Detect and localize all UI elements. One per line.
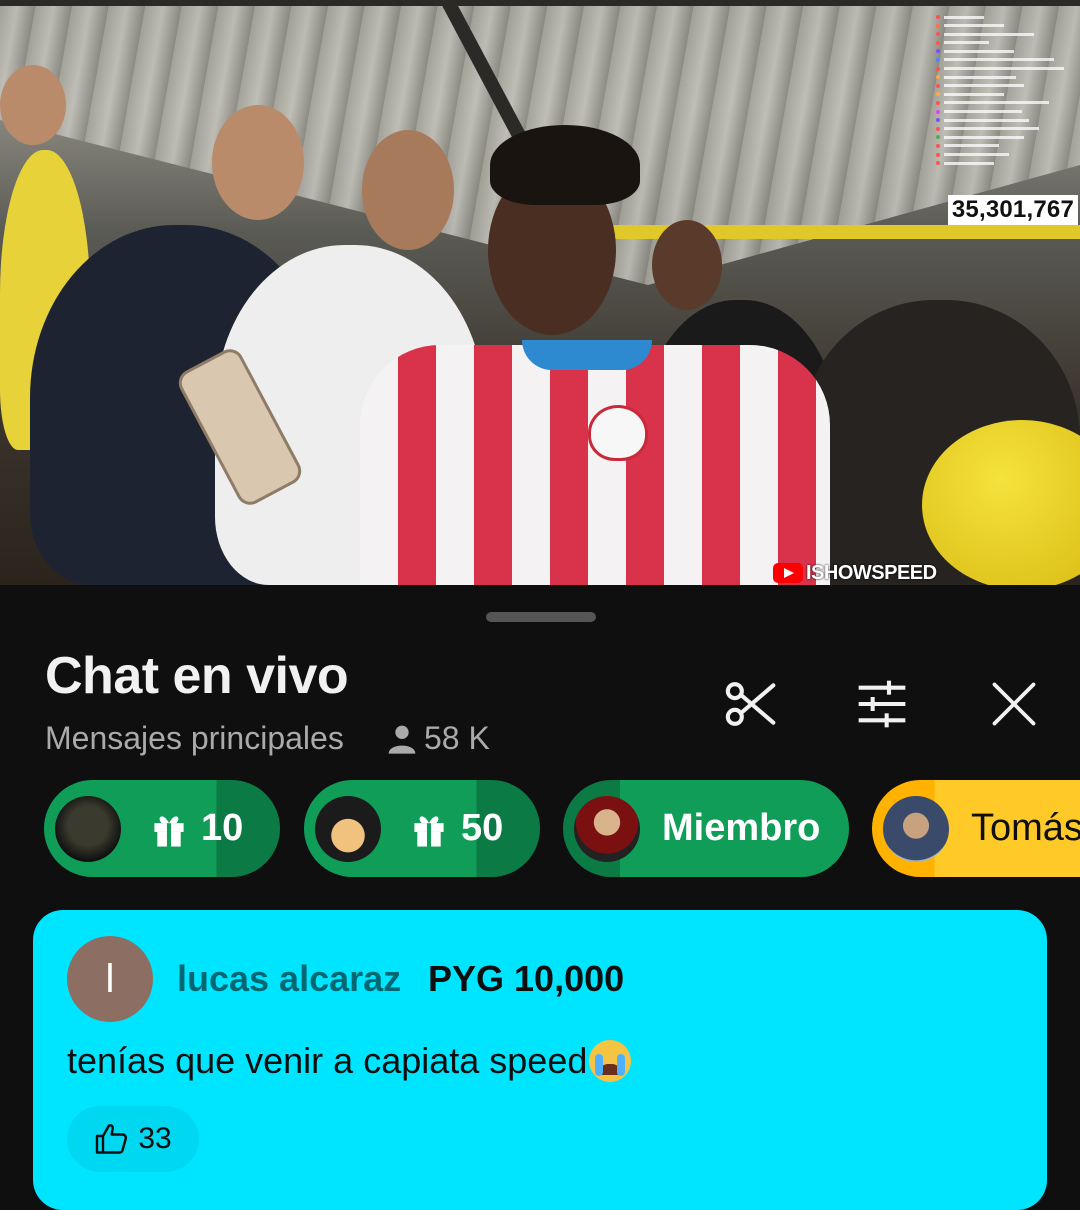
video-scene-beam — [0, 0, 1080, 6]
ticker-label: Tomás — [971, 807, 1080, 850]
video-subject-badge — [588, 405, 648, 461]
video-player[interactable]: 35,301,767 ISHOWSPEED — [0, 0, 1080, 585]
video-person-head — [0, 65, 66, 145]
gift-icon — [154, 815, 184, 847]
tune-icon — [858, 680, 906, 728]
super-chat-author[interactable]: lucas alcaraz — [177, 958, 401, 1000]
close-icon — [992, 682, 1036, 726]
scissors-icon — [725, 682, 776, 726]
avatar[interactable]: l — [67, 936, 153, 1022]
ticker-chip-gift[interactable]: 10 — [44, 780, 280, 877]
live-chat-panel: Chat en vivo Mensajes principales 58 K 1… — [0, 588, 1080, 1210]
video-subject-hair — [490, 125, 640, 205]
ticker-superchat-name: Tomás — [971, 807, 1080, 849]
video-person-head — [212, 105, 304, 220]
like-count: 33 — [138, 1122, 172, 1155]
avatar — [574, 795, 640, 862]
thumbs-up-icon — [96, 1124, 128, 1154]
ticker-chip-member[interactable]: Miembro — [563, 780, 849, 877]
avatar — [883, 795, 949, 862]
viewer-count-label: 58 K — [424, 720, 490, 756]
stream-overlay-chat — [936, 14, 1076, 169]
ticker-avatar-wrap — [44, 780, 121, 877]
video-subject-collar — [522, 340, 652, 370]
channel-watermark: ISHOWSPEED — [773, 562, 937, 584]
gift-icon — [414, 815, 444, 847]
super-chat-card[interactable]: l lucas alcaraz PYG 10,000 tenías que ve… — [33, 910, 1047, 1210]
ticker-count: 10 — [201, 807, 244, 849]
ticker-chip-gift[interactable]: 50 — [304, 780, 540, 877]
super-chat-message-text: tenías que venir a capiata speed — [67, 1040, 588, 1081]
close-chat-button[interactable] — [984, 674, 1044, 734]
ticker-avatar-wrap — [304, 780, 381, 877]
stream-viewer-count: 35,301,767 — [947, 195, 1078, 225]
ticker-bar: 10 50 Miembro Tomás — [44, 780, 1080, 878]
panel-title: Chat en vivo — [45, 647, 349, 705]
avatar — [315, 795, 381, 862]
ticker-label: 50 — [411, 807, 503, 850]
super-chat-message: tenías que venir a capiata speed — [67, 1040, 632, 1082]
chat-mode-selector[interactable]: Mensajes principales — [45, 720, 344, 757]
ticker-member-label: Miembro — [662, 807, 821, 849]
panel-drag-handle[interactable] — [486, 612, 596, 622]
ticker-avatar-wrap — [563, 780, 640, 877]
super-chat-amount: PYG 10,000 — [428, 958, 625, 999]
ticker-count: 50 — [461, 807, 504, 849]
avatar — [55, 795, 121, 862]
youtube-logo-icon — [773, 563, 803, 583]
channel-watermark-label: ISHOWSPEED — [806, 561, 937, 584]
ticker-label: Miembro — [662, 807, 820, 850]
chat-mode-label: Mensajes principales — [45, 720, 344, 756]
chat-settings-button[interactable] — [852, 674, 912, 734]
video-person-head — [362, 130, 454, 250]
video-subject-jersey — [360, 345, 830, 585]
person-icon — [388, 725, 416, 754]
ticker-avatar-wrap — [872, 780, 949, 877]
ticker-chip-superchat[interactable]: Tomás — [872, 780, 1080, 877]
clip-button[interactable] — [720, 674, 780, 734]
crying-face-emoji-icon — [589, 1040, 632, 1082]
viewer-count: 58 K — [386, 720, 490, 757]
ticker-label: 10 — [151, 807, 243, 850]
video-person-head — [652, 220, 722, 310]
like-button[interactable]: 33 — [67, 1106, 199, 1172]
